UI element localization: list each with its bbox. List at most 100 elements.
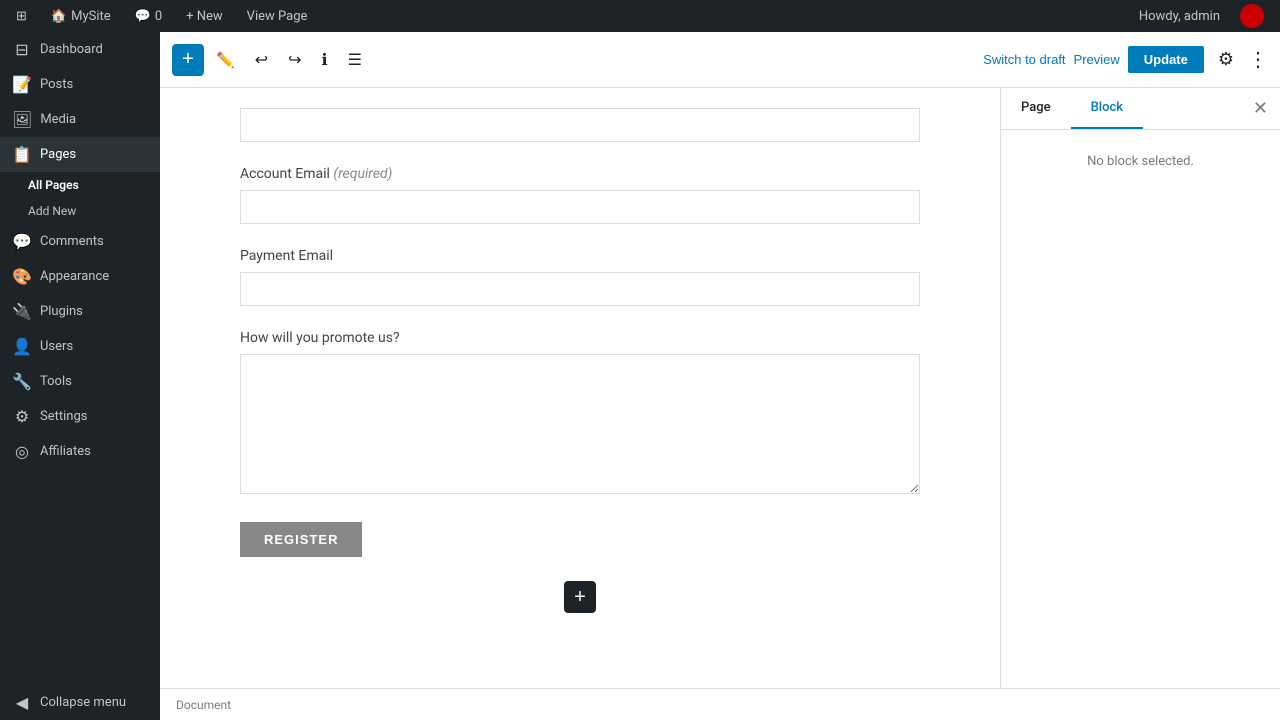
bottom-bar: Document [160,688,1280,720]
editor-content-area: Account Email (required) Payment Email H… [160,88,1280,688]
toolbar-right: Switch to draft Preview Update ⚙ ⋮ [983,43,1268,76]
undo-icon: ↩ [255,50,268,70]
redo-icon: ↪ [288,50,301,70]
sidebar-label-posts: Posts [40,77,73,92]
register-button[interactable]: REGISTER [240,522,362,557]
info-button[interactable]: ℹ [314,44,336,76]
switch-draft-label: Switch to draft [983,52,1065,67]
sidebar-item-posts[interactable]: 📝 Posts [0,67,160,102]
admin-avatar[interactable] [1236,4,1268,28]
payment-email-label: Payment Email [240,248,920,264]
redo-button[interactable]: ↪ [280,44,309,76]
panel-close-button[interactable]: ✕ [1241,90,1280,127]
admin-bar: ⊞ 🏠 MySite 💬 0 + New View Page Howdy, ad… [0,0,1280,32]
sidebar-label-plugins: Plugins [40,304,83,319]
sidebar-label-settings: Settings [40,409,87,424]
update-label: Update [1144,52,1188,67]
sidebar-item-dashboard[interactable]: ⊟ Dashboard [0,32,160,67]
sidebar-label-dashboard: Dashboard [40,42,103,57]
sidebar-item-plugins[interactable]: 🔌 Plugins [0,294,160,329]
main-layout: ⊟ Dashboard 📝 Posts 🖼 Media 📋 Pages All … [0,32,1280,720]
payment-email-input[interactable] [240,272,920,306]
editor-wrapper: + ✏️ ↩ ↪ ℹ ☰ Switch to draft [160,32,1280,720]
wp-logo-icon: ⊞ [16,9,27,24]
register-label: REGISTER [264,532,338,547]
new-content-link[interactable]: + New [182,9,227,24]
sidebar-label-comments: Comments [40,234,104,249]
right-panel-tabs: Page Block ✕ [1001,88,1280,130]
add-icon: + [182,48,194,71]
panel-content: No block selected. [1001,130,1280,688]
pages-icon: 📋 [12,145,32,164]
pencil-icon: ✏️ [216,51,235,69]
more-options-button[interactable]: ⋮ [1248,47,1268,72]
ellipsis-icon: ⋮ [1248,49,1268,71]
preview-button[interactable]: Preview [1074,52,1120,67]
account-email-input[interactable] [240,190,920,224]
add-new-label: Add New [28,204,76,218]
sidebar-item-appearance[interactable]: 🎨 Appearance [0,259,160,294]
site-name: MySite [71,9,111,24]
sidebar-item-settings[interactable]: ⚙ Settings [0,399,160,434]
edit-mode-button[interactable]: ✏️ [208,45,243,75]
wp-logo-link[interactable]: ⊞ [12,9,31,24]
sidebar-label-affiliates: Affiliates [40,444,91,459]
form-field-promote: How will you promote us? [240,330,920,498]
users-icon: 👤 [12,337,32,356]
view-page-label: View Page [247,9,308,24]
affiliates-icon: ◎ [12,442,32,461]
tab-block[interactable]: Block [1071,88,1143,129]
page-canvas[interactable]: Account Email (required) Payment Email H… [160,88,1000,688]
page-canvas-inner: Account Email (required) Payment Email H… [180,88,980,649]
posts-icon: 📝 [12,75,32,94]
view-page-link[interactable]: View Page [243,9,312,24]
sidebar-item-comments[interactable]: 💬 Comments [0,224,160,259]
right-panel: Page Block ✕ No block selected. [1000,88,1280,688]
sidebar-subitem-all-pages[interactable]: All Pages [0,172,160,198]
settings-panel-button[interactable]: ⚙ [1212,43,1240,76]
howdy-text: Howdy, admin [1139,9,1220,24]
sidebar-label-users: Users [40,339,73,354]
top-field-input[interactable] [240,108,920,142]
sidebar-label-media: Media [40,112,76,127]
comments-count: 0 [155,9,162,24]
form-field-account-email: Account Email (required) [240,166,920,224]
form-field-payment-email: Payment Email [240,248,920,306]
site-name-link[interactable]: 🏠 MySite [47,9,115,24]
info-icon: ℹ [322,50,328,70]
sidebar-label-tools: Tools [40,374,72,389]
list-icon: ☰ [348,50,362,70]
promote-textarea[interactable] [240,354,920,494]
sidebar-item-users[interactable]: 👤 Users [0,329,160,364]
comments-icon: 💬 [135,9,151,24]
sidebar-item-affiliates[interactable]: ◎ Affiliates [0,434,160,469]
collapse-label: Collapse menu [40,695,126,710]
account-email-label: Account Email (required) [240,166,920,182]
document-label: Document [176,698,231,712]
tools-icon: 🔧 [12,372,32,391]
comments-link[interactable]: 💬 0 [131,9,167,24]
add-block-icon: + [574,586,586,609]
switch-to-draft-button[interactable]: Switch to draft [983,52,1065,67]
no-block-text: No block selected. [1087,154,1194,169]
sidebar-item-pages[interactable]: 📋 Pages [0,137,160,172]
collapse-icon: ◀ [12,693,32,712]
collapse-menu-button[interactable]: ◀ Collapse menu [0,685,160,720]
promote-label: How will you promote us? [240,330,920,346]
tab-page[interactable]: Page [1001,88,1071,129]
add-block-canvas-button[interactable]: + [564,581,596,613]
add-block-toolbar-button[interactable]: + [172,44,204,76]
list-view-button[interactable]: ☰ [340,44,370,76]
form-field-top [240,108,920,142]
avatar-icon [1240,4,1264,28]
site-home-icon: 🏠 [51,9,67,24]
sidebar-subitem-add-new[interactable]: Add New [0,198,160,224]
preview-label: Preview [1074,52,1120,67]
editor-toolbar: + ✏️ ↩ ↪ ℹ ☰ Switch to draft [160,32,1280,88]
media-icon: 🖼 [12,110,32,129]
undo-button[interactable]: ↩ [247,44,276,76]
sidebar-item-tools[interactable]: 🔧 Tools [0,364,160,399]
sidebar-label-pages: Pages [40,147,76,162]
sidebar-item-media[interactable]: 🖼 Media [0,102,160,137]
update-button[interactable]: Update [1128,46,1204,73]
